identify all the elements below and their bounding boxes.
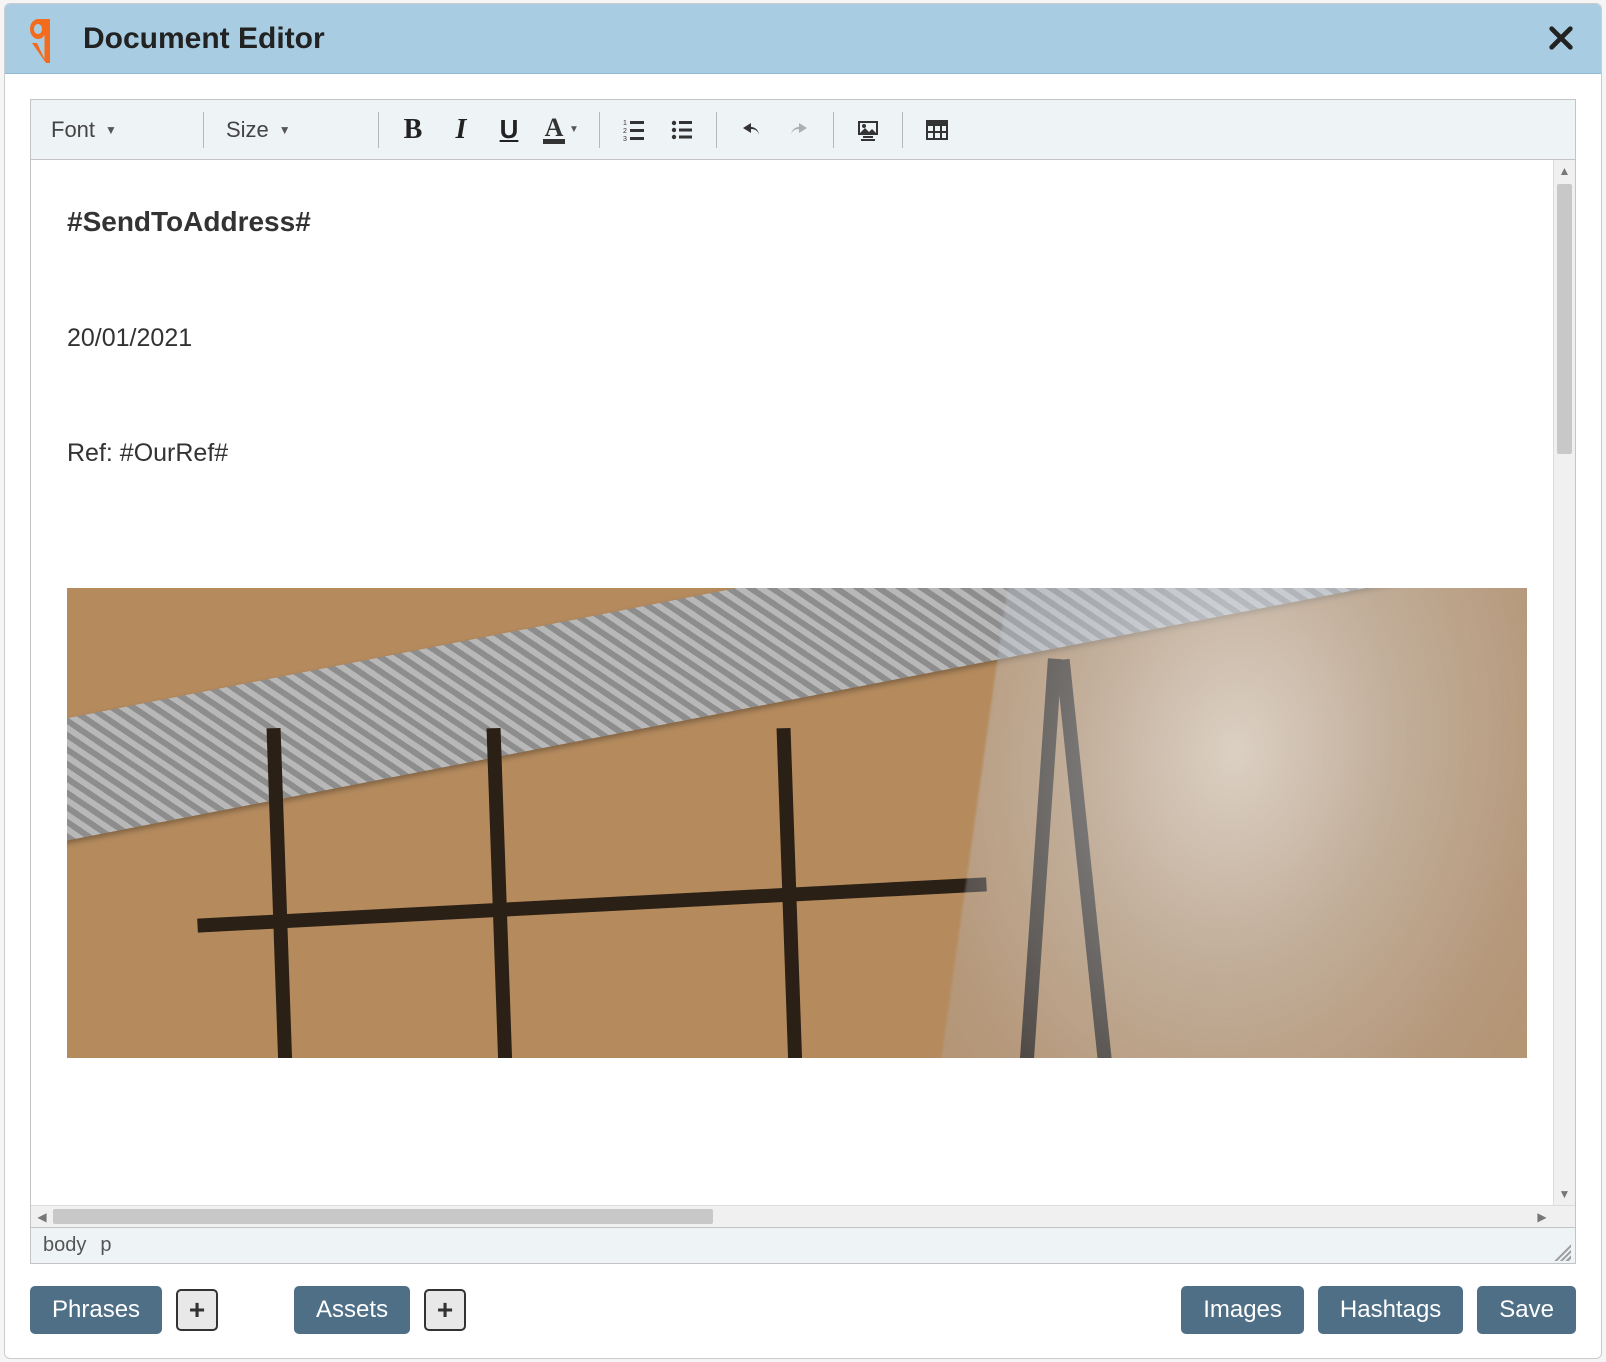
scroll-left-arrow-icon[interactable]: ◀ — [31, 1206, 53, 1228]
toolbar-separator — [599, 112, 600, 148]
table-icon — [925, 118, 949, 142]
underline-icon: U — [500, 114, 519, 145]
bulleted-list-icon — [670, 118, 694, 142]
bold-button[interactable]: B — [391, 108, 435, 152]
undo-button[interactable] — [729, 108, 773, 152]
close-button[interactable] — [1543, 20, 1579, 56]
window-title: Document Editor — [83, 22, 325, 56]
underline-button[interactable]: U — [487, 108, 531, 152]
scroll-down-arrow-icon[interactable]: ▼ — [1554, 1183, 1575, 1205]
font-color-icon: A — [545, 115, 564, 141]
font-color-button[interactable]: A ▼ — [535, 108, 587, 152]
close-icon — [1547, 24, 1575, 52]
italic-icon: I — [456, 114, 467, 146]
add-phrase-button[interactable]: + — [176, 1289, 218, 1331]
editor-body: #SendToAddress# 20/01/2021 Ref: #OurRef#… — [31, 160, 1575, 1205]
toolbar-separator — [902, 112, 903, 148]
editor-container: Font ▼ Size ▼ B I U A ▼ 1 — [30, 99, 1576, 1264]
numbered-list-icon: 1 2 3 — [622, 118, 646, 142]
bulleted-list-button[interactable] — [660, 108, 704, 152]
svg-text:3: 3 — [623, 136, 627, 142]
redo-button[interactable] — [777, 108, 821, 152]
vertical-scrollbar[interactable]: ▲ ▼ — [1553, 160, 1575, 1205]
chevron-down-icon: ▼ — [105, 123, 117, 137]
scroll-right-arrow-icon[interactable]: ▶ — [1531, 1206, 1553, 1228]
horizontal-scrollbar[interactable]: ◀ ▶ — [31, 1205, 1575, 1227]
plus-icon: + — [189, 1294, 205, 1326]
hashtags-button[interactable]: Hashtags — [1318, 1286, 1463, 1334]
svg-text:2: 2 — [623, 128, 627, 135]
bold-icon: B — [404, 114, 423, 146]
path-segment-p[interactable]: p — [100, 1234, 111, 1257]
document-date[interactable]: 20/01/2021 — [67, 324, 1517, 353]
chevron-down-icon: ▼ — [569, 124, 579, 135]
phrases-button[interactable]: Phrases — [30, 1286, 162, 1334]
element-path-bar: body p — [31, 1227, 1575, 1263]
document-ref-line[interactable]: Ref: #OurRef# — [67, 439, 1517, 468]
font-size-label: Size — [226, 117, 269, 143]
resize-grip-icon[interactable] — [1551, 1241, 1571, 1261]
svg-text:1: 1 — [623, 120, 627, 127]
editor-toolbar: Font ▼ Size ▼ B I U A ▼ 1 — [31, 100, 1575, 160]
document-editor-dialog: Document Editor Font ▼ Size ▼ B I U A — [4, 3, 1602, 1359]
toolbar-separator — [378, 112, 379, 148]
save-button[interactable]: Save — [1477, 1286, 1576, 1334]
add-asset-button[interactable]: + — [424, 1289, 466, 1331]
vertical-scroll-thumb[interactable] — [1557, 184, 1572, 454]
path-segment-body[interactable]: body — [43, 1234, 86, 1257]
document-canvas[interactable]: #SendToAddress# 20/01/2021 Ref: #OurRef# — [31, 160, 1553, 1205]
assets-button[interactable]: Assets — [294, 1286, 410, 1334]
font-color-swatch — [543, 139, 565, 144]
toolbar-separator — [833, 112, 834, 148]
images-button[interactable]: Images — [1181, 1286, 1304, 1334]
app-logo-icon — [23, 15, 65, 63]
font-family-label: Font — [51, 117, 95, 143]
footer-buttons: Phrases + Assets + Images Hashtags Save — [5, 1264, 1601, 1358]
horizontal-scroll-thumb[interactable] — [53, 1209, 713, 1224]
font-size-dropdown[interactable]: Size ▼ — [216, 111, 366, 149]
toolbar-separator — [203, 112, 204, 148]
numbered-list-button[interactable]: 1 2 3 — [612, 108, 656, 152]
italic-button[interactable]: I — [439, 108, 483, 152]
undo-icon — [739, 118, 763, 142]
redo-icon — [787, 118, 811, 142]
scroll-up-arrow-icon[interactable]: ▲ — [1554, 160, 1575, 182]
address-placeholder[interactable]: #SendToAddress# — [67, 206, 1517, 238]
chevron-down-icon: ▼ — [279, 123, 291, 137]
horizontal-scroll-track[interactable] — [53, 1206, 1531, 1227]
embedded-image[interactable] — [67, 588, 1527, 1058]
image-icon — [856, 118, 880, 142]
title-bar: Document Editor — [5, 4, 1601, 74]
insert-image-button[interactable] — [846, 108, 890, 152]
font-family-dropdown[interactable]: Font ▼ — [41, 111, 191, 149]
plus-icon: + — [437, 1294, 453, 1326]
toolbar-separator — [716, 112, 717, 148]
insert-table-button[interactable] — [915, 108, 959, 152]
